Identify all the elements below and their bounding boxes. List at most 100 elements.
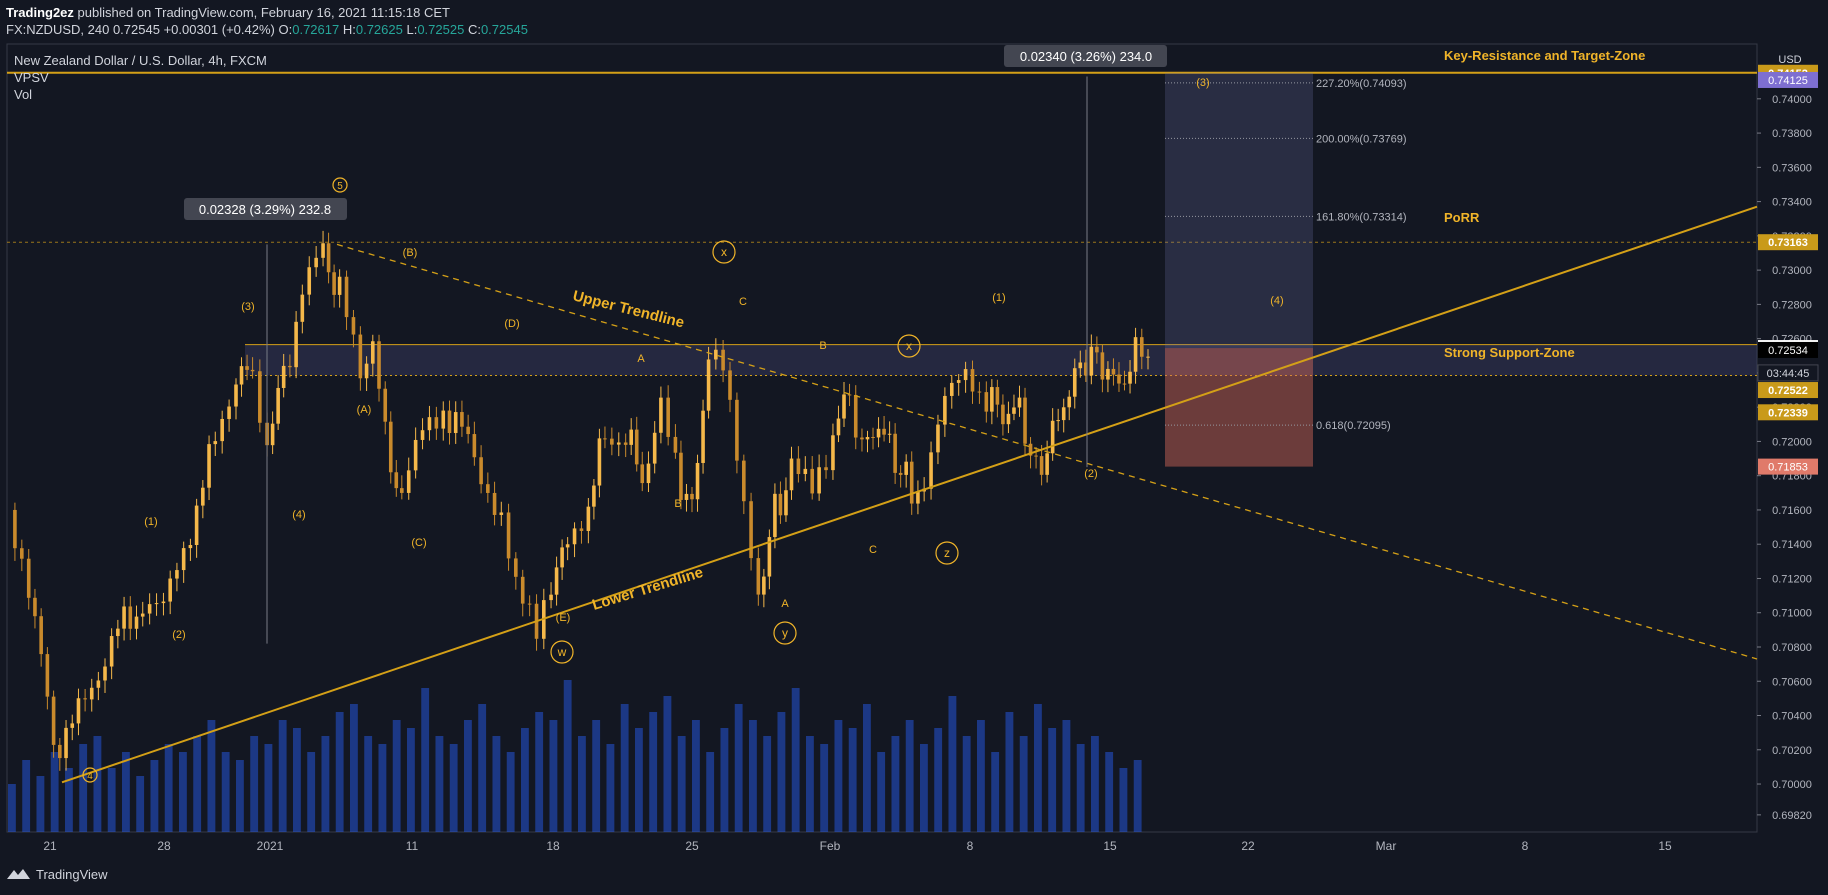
volume-bar (421, 688, 430, 832)
wave-label: w (557, 645, 567, 659)
candle-body (506, 512, 511, 559)
candle-body (234, 384, 238, 407)
axis-currency-label: USD (1778, 54, 1801, 66)
last-price: 0.72545 (112, 22, 160, 37)
candle-body (434, 417, 439, 429)
candle-body (847, 394, 852, 396)
candle-body (486, 484, 490, 493)
volume-indicator[interactable]: Vol (14, 86, 267, 103)
candle-body (321, 243, 325, 258)
high-value: 0.72625 (355, 22, 403, 37)
wave-label: (C) (411, 537, 426, 549)
volume-bar (948, 696, 957, 832)
volume-bar (620, 704, 629, 832)
candle-body (666, 397, 670, 437)
candle-body (26, 558, 31, 598)
candle-body (817, 467, 821, 494)
candle-body (39, 616, 43, 655)
candle-body (610, 438, 614, 445)
volume-bar (506, 752, 515, 832)
wave-label: A (781, 598, 789, 610)
candle-body (1061, 407, 1066, 421)
candle-body (995, 387, 1000, 405)
volume-bar (834, 720, 843, 832)
volume-bar (464, 720, 472, 832)
candle-body (1012, 407, 1016, 414)
candle-body (1067, 396, 1072, 408)
candle-body (514, 558, 518, 577)
volume-bar (1019, 736, 1028, 832)
volume-bar (321, 736, 330, 832)
volume-bar (478, 704, 487, 832)
candle-body (1128, 371, 1132, 384)
candle-body (116, 628, 120, 637)
volume-bar (663, 696, 672, 832)
y-tick-label: 0.71000 (1772, 608, 1812, 620)
volume-bar (107, 768, 116, 832)
candle-body (597, 438, 602, 486)
candle-body (383, 388, 388, 422)
volume-bar (150, 760, 159, 832)
candle-body (351, 317, 356, 335)
candle-body (388, 421, 393, 473)
wave-label: (3) (1196, 77, 1209, 89)
candle-body (909, 461, 914, 504)
volume-bar (207, 720, 216, 832)
volume-bar (891, 736, 900, 832)
volume-bar (350, 704, 358, 832)
candle-body (294, 321, 298, 368)
candle-body (1072, 368, 1077, 397)
volume-bar (407, 728, 415, 832)
author-name[interactable]: Trading2ez (6, 5, 74, 20)
fib-level-label: 200.00%(0.73769) (1316, 133, 1407, 145)
candle-body (836, 418, 841, 436)
candle-body (332, 272, 336, 295)
wave-label: (1) (144, 516, 157, 528)
x-tick-label: 2021 (257, 839, 284, 853)
candle-body (1133, 337, 1138, 372)
candle-body (466, 426, 470, 435)
price-chart[interactable]: 0.740000.738000.736000.734000.732000.730… (0, 0, 1828, 895)
candle-body (364, 363, 369, 379)
volume-bar (293, 728, 301, 832)
candle-body (1117, 374, 1121, 384)
volume-bar (1062, 720, 1071, 832)
footer-brand[interactable]: TradingView (6, 866, 108, 882)
volume-bar (136, 776, 145, 832)
candle-body (479, 457, 483, 485)
candle-body (929, 452, 933, 489)
candle-body (83, 698, 87, 700)
volume-bar (734, 704, 743, 832)
candle-body (842, 394, 846, 419)
candle-body (245, 366, 249, 370)
x-tick-label: 11 (406, 839, 419, 853)
wave-label: A (637, 353, 645, 365)
candle-body (1039, 456, 1044, 475)
fib-level-label: 227.20%(0.74093) (1316, 78, 1407, 90)
candle-body (853, 394, 858, 438)
volume-bar (36, 776, 45, 832)
candle-body (706, 359, 711, 411)
volume-bar (549, 720, 558, 832)
volume-bar (763, 736, 772, 832)
volume-bar (962, 736, 971, 832)
candle-body (871, 437, 875, 439)
vpsv-indicator[interactable]: VPSV (14, 69, 267, 86)
published-text: published on TradingView.com, February 1… (77, 5, 450, 20)
x-tick-label: 25 (685, 839, 699, 853)
candle-body (147, 604, 152, 614)
candle-body (943, 395, 947, 425)
candle-body (616, 442, 621, 445)
close-label: C: (467, 22, 481, 37)
y-tick-label: 0.70400 (1772, 711, 1812, 723)
volume-bar (863, 704, 871, 832)
candle-body (1023, 397, 1027, 444)
volume-bar (535, 712, 544, 832)
candle-body (970, 369, 975, 392)
y-tick-label: 0.70800 (1772, 642, 1812, 654)
candle-body (887, 433, 892, 435)
candle-body (460, 412, 464, 427)
volume-bar (1076, 744, 1085, 832)
candle-body (492, 492, 497, 515)
candle-body (629, 429, 633, 445)
